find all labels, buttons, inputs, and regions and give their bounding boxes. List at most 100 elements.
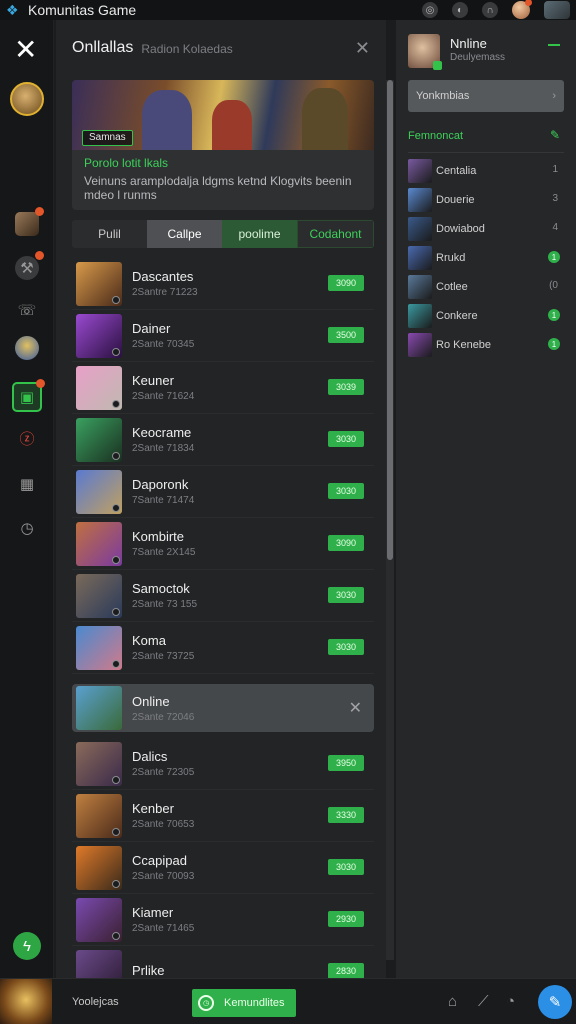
status-icon xyxy=(112,347,120,356)
tab-1[interactable]: Pulil xyxy=(72,220,147,248)
list-item-highlighted[interactable]: Online 2Sante 72046 ✕ xyxy=(72,684,374,732)
timer-icon[interactable]: ◔ xyxy=(506,993,515,1010)
join-button[interactable]: 3950 xyxy=(328,755,364,771)
home-icon[interactable]: ⌂ xyxy=(448,993,457,1010)
game-meta: 2Santre 71223 xyxy=(132,287,198,298)
panel-header: Onllallas Radion Kolaedas ✕ xyxy=(56,20,386,76)
join-button[interactable]: 3030 xyxy=(328,859,364,875)
list-item[interactable]: Dainer 2Sante 70345 3500 xyxy=(72,310,374,362)
join-button[interactable]: 3330 xyxy=(328,807,364,823)
clock-icon[interactable]: ◷ xyxy=(15,516,39,540)
friend-item[interactable]: Cotlee (0 xyxy=(408,272,564,301)
tab-3[interactable]: poolime xyxy=(222,220,297,248)
close-icon[interactable]: ✕ xyxy=(349,698,362,718)
close-icon[interactable]: ✕ xyxy=(355,38,370,59)
friend-item[interactable]: Rrukd 1 xyxy=(408,243,564,272)
friend-item[interactable]: Douerie 3 xyxy=(408,185,564,214)
list-item[interactable]: Koma 2Sante 73725 3030 xyxy=(72,622,374,674)
status-icon xyxy=(112,659,120,668)
friend-count: 4 xyxy=(552,222,558,233)
streak-icon[interactable]: ⓩ xyxy=(15,426,39,450)
profile-avatar[interactable] xyxy=(10,82,44,116)
current-game-thumbnail[interactable] xyxy=(0,979,52,1024)
grid-icon[interactable]: ▦ xyxy=(15,472,39,496)
scrollbar-thumb[interactable] xyxy=(387,80,393,560)
chevron-right-icon: › xyxy=(552,90,556,102)
join-button[interactable]: 3030 xyxy=(328,431,364,447)
edit-icon[interactable]: ✎ xyxy=(550,128,560,142)
game-thumbnail xyxy=(76,741,122,786)
list-item[interactable]: Dalics 2Sante 72305 3950 xyxy=(72,738,374,790)
user-avatar[interactable] xyxy=(512,0,532,19)
community-button[interactable]: ◷ Kemundlites xyxy=(192,989,296,1017)
featured-banner[interactable]: Samnas Porolo lotit lkals Veinuns arampl… xyxy=(72,80,374,210)
friends-list: Centalia 1 Douerie 3 Dowiabod 4 Rrukd 1 Cotlee (0… xyxy=(408,156,564,359)
voice-icon[interactable]: ☏ xyxy=(15,298,39,322)
game-thumbnail xyxy=(76,365,122,410)
chat-rail-icon[interactable]: ▣ xyxy=(12,379,45,412)
status-icon xyxy=(112,451,120,460)
join-button[interactable]: 3030 xyxy=(328,483,364,499)
list-item[interactable]: Ccapipad 2Sante 70093 3030 xyxy=(72,842,374,894)
game-meta: 2Sante 72305 xyxy=(132,767,195,778)
game-name: Ccapipad xyxy=(132,853,187,868)
bolt-icon[interactable]: ϟ xyxy=(13,932,41,960)
wrench-icon[interactable]: ⚒ xyxy=(15,251,44,280)
game-thumbnail[interactable] xyxy=(544,1,570,19)
join-button[interactable]: 3090 xyxy=(328,535,364,551)
friend-item[interactable]: Ro Kenebe 1 xyxy=(408,330,564,359)
friend-item[interactable]: Conkere 1 xyxy=(408,301,564,330)
join-button[interactable]: 3039 xyxy=(328,379,364,395)
compose-button[interactable]: ✎ xyxy=(538,985,572,1019)
game-name: Prlike xyxy=(132,962,165,978)
guild-icon[interactable] xyxy=(15,336,39,360)
list-item[interactable]: Daporonk 7Sante 71474 3030 xyxy=(72,466,374,518)
friend-avatar[interactable] xyxy=(408,34,442,70)
banner-figure xyxy=(302,88,348,150)
game-thumbnail xyxy=(76,845,122,890)
headset-icon[interactable]: ∩ xyxy=(482,2,498,18)
list-item[interactable]: Kombirte 7Sante 2X145 3090 xyxy=(72,518,374,570)
game-thumbnail xyxy=(76,261,122,306)
friend-avatar xyxy=(408,158,432,183)
list-item[interactable]: Dascantes 2Santre 71223 3090 xyxy=(72,258,374,310)
list-item[interactable]: Samoctok 2Sante 73 155 3030 xyxy=(72,570,374,622)
globe-icon[interactable]: ◐ xyxy=(452,2,468,18)
friend-item[interactable]: Dowiabod 4 xyxy=(408,214,564,243)
join-button[interactable]: 2830 xyxy=(328,963,364,979)
join-button[interactable]: 3030 xyxy=(328,639,364,655)
app-title: Komunitas Game xyxy=(28,2,137,18)
controller-icon[interactable]: ◎ xyxy=(422,2,438,18)
game-rail-icon[interactable] xyxy=(15,207,44,236)
game-thumbnail xyxy=(76,573,122,618)
join-button[interactable]: 3090 xyxy=(328,275,364,291)
list-item[interactable]: Keuner 2Sante 71624 3039 xyxy=(72,362,374,414)
notification-dot xyxy=(525,0,532,6)
game-name: Online xyxy=(132,693,170,709)
community-panel: Onllallas Radion Kolaedas ✕ Samnas Porol… xyxy=(56,20,386,998)
list-item[interactable]: Kenber 2Sante 70653 3330 xyxy=(72,790,374,842)
friend-name: Conkere xyxy=(436,309,478,322)
minimize-icon[interactable] xyxy=(548,44,560,46)
app-logo-icon: ❖ xyxy=(6,2,19,18)
list-item[interactable]: Kiamer 2Sante 71465 2930 xyxy=(72,894,374,946)
search-field[interactable]: Yonkmbias › xyxy=(408,80,564,112)
bottom-label: Yoolejcas xyxy=(72,996,119,1008)
tab-2[interactable]: Callpe xyxy=(147,220,222,248)
tab-4[interactable]: Codahont xyxy=(297,220,374,248)
banner-figure xyxy=(212,100,252,150)
scrollbar[interactable] xyxy=(386,80,394,960)
friend-item[interactable]: Centalia 1 xyxy=(408,156,564,185)
join-button[interactable]: 2930 xyxy=(328,911,364,927)
close-icon[interactable]: ✕ xyxy=(14,36,37,64)
game-name: Kiamer xyxy=(132,905,174,920)
friend-count: 1 xyxy=(552,164,558,175)
banner-description: Veinuns aramplodalja ldgms ketnd Klogvit… xyxy=(84,174,352,202)
game-name: Dalics xyxy=(132,749,168,764)
game-thumbnail xyxy=(76,417,122,462)
search-label: Yonkmbias xyxy=(416,90,470,102)
join-button[interactable]: 3030 xyxy=(328,587,364,603)
pen-icon[interactable]: ⟋ xyxy=(478,993,489,1010)
list-item[interactable]: Keocrame 2Sante 71834 3030 xyxy=(72,414,374,466)
join-button[interactable]: 3500 xyxy=(328,327,364,343)
